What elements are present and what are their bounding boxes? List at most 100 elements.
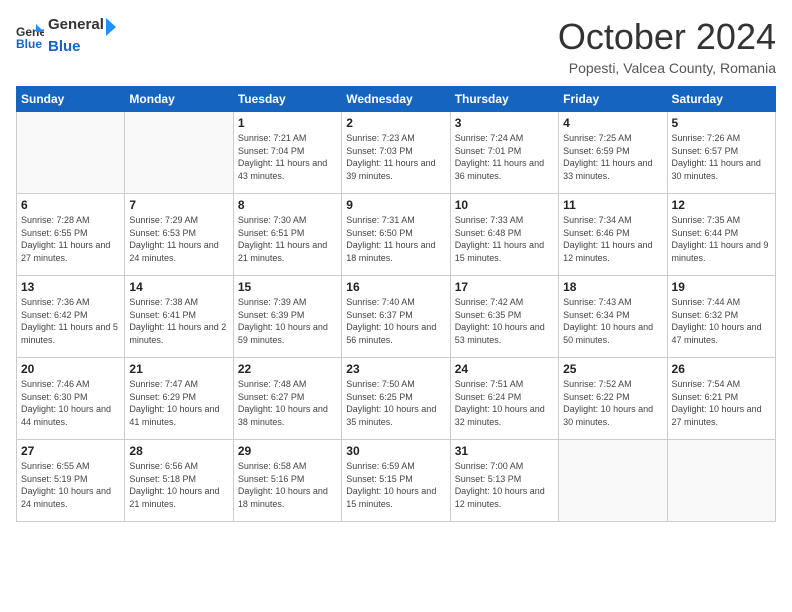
day-number: 21	[129, 362, 228, 376]
daylight-label: Daylight: 10 hours and 15 minutes.	[346, 486, 436, 509]
sunrise-label: Sunrise: 7:52 AM	[563, 379, 632, 389]
day-info: Sunrise: 7:43 AM Sunset: 6:34 PM Dayligh…	[563, 296, 662, 346]
sunset-label: Sunset: 6:46 PM	[563, 228, 630, 238]
calendar-cell: 27 Sunrise: 6:55 AM Sunset: 5:19 PM Dayl…	[17, 440, 125, 522]
daylight-label: Daylight: 10 hours and 38 minutes.	[238, 404, 328, 427]
sunrise-label: Sunrise: 6:58 AM	[238, 461, 307, 471]
sunrise-label: Sunrise: 7:50 AM	[346, 379, 415, 389]
daylight-label: Daylight: 11 hours and 2 minutes.	[129, 322, 226, 345]
calendar-cell: 30 Sunrise: 6:59 AM Sunset: 5:15 PM Dayl…	[342, 440, 450, 522]
day-number: 3	[455, 116, 554, 130]
daylight-label: Daylight: 10 hours and 47 minutes.	[672, 322, 762, 345]
day-info: Sunrise: 7:38 AM Sunset: 6:41 PM Dayligh…	[129, 296, 228, 346]
day-info: Sunrise: 7:40 AM Sunset: 6:37 PM Dayligh…	[346, 296, 445, 346]
calendar-week-row: 27 Sunrise: 6:55 AM Sunset: 5:19 PM Dayl…	[17, 440, 776, 522]
sunrise-label: Sunrise: 7:42 AM	[455, 297, 524, 307]
daylight-label: Daylight: 11 hours and 36 minutes.	[455, 158, 544, 181]
day-number: 13	[21, 280, 120, 294]
sunset-label: Sunset: 6:48 PM	[455, 228, 522, 238]
daylight-label: Daylight: 10 hours and 35 minutes.	[346, 404, 436, 427]
sunrise-label: Sunrise: 7:23 AM	[346, 133, 415, 143]
sunrise-label: Sunrise: 7:25 AM	[563, 133, 632, 143]
day-number: 6	[21, 198, 120, 212]
svg-text:Blue: Blue	[16, 37, 42, 50]
sunrise-label: Sunrise: 6:59 AM	[346, 461, 415, 471]
day-number: 20	[21, 362, 120, 376]
sunrise-label: Sunrise: 6:56 AM	[129, 461, 198, 471]
sunset-label: Sunset: 6:21 PM	[672, 392, 739, 402]
day-number: 8	[238, 198, 337, 212]
sunset-label: Sunset: 6:39 PM	[238, 310, 305, 320]
calendar-cell	[17, 112, 125, 194]
weekday-header: Tuesday	[233, 87, 341, 112]
daylight-label: Daylight: 10 hours and 30 minutes.	[563, 404, 653, 427]
day-info: Sunrise: 7:34 AM Sunset: 6:46 PM Dayligh…	[563, 214, 662, 264]
sunset-label: Sunset: 5:13 PM	[455, 474, 522, 484]
day-info: Sunrise: 7:33 AM Sunset: 6:48 PM Dayligh…	[455, 214, 554, 264]
day-info: Sunrise: 7:46 AM Sunset: 6:30 PM Dayligh…	[21, 378, 120, 428]
logo-general: General	[48, 16, 104, 38]
sunrise-label: Sunrise: 6:55 AM	[21, 461, 90, 471]
daylight-label: Daylight: 10 hours and 41 minutes.	[129, 404, 219, 427]
day-info: Sunrise: 7:24 AM Sunset: 7:01 PM Dayligh…	[455, 132, 554, 182]
weekday-header: Wednesday	[342, 87, 450, 112]
sunrise-label: Sunrise: 7:21 AM	[238, 133, 307, 143]
logo-icon: General Blue	[16, 22, 44, 50]
daylight-label: Daylight: 10 hours and 24 minutes.	[21, 486, 111, 509]
daylight-label: Daylight: 10 hours and 44 minutes.	[21, 404, 111, 427]
sunset-label: Sunset: 6:29 PM	[129, 392, 196, 402]
day-info: Sunrise: 7:30 AM Sunset: 6:51 PM Dayligh…	[238, 214, 337, 264]
weekday-header: Friday	[559, 87, 667, 112]
day-info: Sunrise: 7:51 AM Sunset: 6:24 PM Dayligh…	[455, 378, 554, 428]
daylight-label: Daylight: 11 hours and 39 minutes.	[346, 158, 435, 181]
sunset-label: Sunset: 6:32 PM	[672, 310, 739, 320]
sunset-label: Sunset: 6:53 PM	[129, 228, 196, 238]
daylight-label: Daylight: 10 hours and 59 minutes.	[238, 322, 328, 345]
day-info: Sunrise: 7:39 AM Sunset: 6:39 PM Dayligh…	[238, 296, 337, 346]
daylight-label: Daylight: 11 hours and 27 minutes.	[21, 240, 110, 263]
weekday-header: Thursday	[450, 87, 558, 112]
day-number: 2	[346, 116, 445, 130]
sunset-label: Sunset: 6:50 PM	[346, 228, 413, 238]
daylight-label: Daylight: 11 hours and 9 minutes.	[672, 240, 769, 263]
sunrise-label: Sunrise: 7:43 AM	[563, 297, 632, 307]
day-number: 7	[129, 198, 228, 212]
calendar-cell: 1 Sunrise: 7:21 AM Sunset: 7:04 PM Dayli…	[233, 112, 341, 194]
day-number: 14	[129, 280, 228, 294]
daylight-label: Daylight: 11 hours and 33 minutes.	[563, 158, 652, 181]
daylight-label: Daylight: 11 hours and 30 minutes.	[672, 158, 761, 181]
day-number: 26	[672, 362, 771, 376]
day-number: 1	[238, 116, 337, 130]
location: Popesti, Valcea County, Romania	[558, 60, 776, 76]
day-number: 19	[672, 280, 771, 294]
day-number: 30	[346, 444, 445, 458]
calendar-cell: 9 Sunrise: 7:31 AM Sunset: 6:50 PM Dayli…	[342, 194, 450, 276]
day-info: Sunrise: 6:55 AM Sunset: 5:19 PM Dayligh…	[21, 460, 120, 510]
logo-arrow-icon	[104, 16, 118, 38]
day-info: Sunrise: 7:42 AM Sunset: 6:35 PM Dayligh…	[455, 296, 554, 346]
daylight-label: Daylight: 10 hours and 53 minutes.	[455, 322, 545, 345]
logo-blue: Blue	[48, 38, 118, 55]
day-info: Sunrise: 7:31 AM Sunset: 6:50 PM Dayligh…	[346, 214, 445, 264]
sunrise-label: Sunrise: 7:33 AM	[455, 215, 524, 225]
daylight-label: Daylight: 10 hours and 56 minutes.	[346, 322, 436, 345]
sunset-label: Sunset: 6:35 PM	[455, 310, 522, 320]
calendar-cell: 23 Sunrise: 7:50 AM Sunset: 6:25 PM Dayl…	[342, 358, 450, 440]
sunset-label: Sunset: 5:18 PM	[129, 474, 196, 484]
day-info: Sunrise: 7:48 AM Sunset: 6:27 PM Dayligh…	[238, 378, 337, 428]
sunrise-label: Sunrise: 7:44 AM	[672, 297, 741, 307]
sunset-label: Sunset: 6:59 PM	[563, 146, 630, 156]
calendar-cell: 17 Sunrise: 7:42 AM Sunset: 6:35 PM Dayl…	[450, 276, 558, 358]
daylight-label: Daylight: 11 hours and 15 minutes.	[455, 240, 544, 263]
daylight-label: Daylight: 11 hours and 12 minutes.	[563, 240, 652, 263]
day-info: Sunrise: 7:29 AM Sunset: 6:53 PM Dayligh…	[129, 214, 228, 264]
calendar-week-row: 1 Sunrise: 7:21 AM Sunset: 7:04 PM Dayli…	[17, 112, 776, 194]
daylight-label: Daylight: 10 hours and 50 minutes.	[563, 322, 653, 345]
calendar-cell: 28 Sunrise: 6:56 AM Sunset: 5:18 PM Dayl…	[125, 440, 233, 522]
sunrise-label: Sunrise: 7:30 AM	[238, 215, 307, 225]
day-number: 12	[672, 198, 771, 212]
page-header: General Blue General Blue October 2024 P…	[16, 16, 776, 76]
sunset-label: Sunset: 6:25 PM	[346, 392, 413, 402]
calendar-cell	[559, 440, 667, 522]
day-number: 16	[346, 280, 445, 294]
